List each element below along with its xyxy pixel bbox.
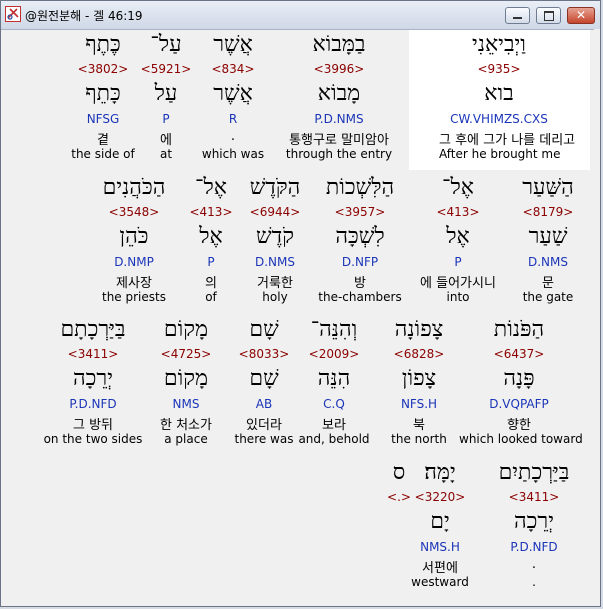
strong-number: <3411>: [67, 347, 119, 361]
korean-gloss: 제사장: [116, 276, 152, 291]
word-cell[interactable]: בַמָּבוֹא <3996> מָבוֹא P.D.NMS 통행구로 말미암아 thr…: [279, 30, 399, 165]
minimize-button[interactable]: [505, 7, 530, 24]
maximize-button[interactable]: [536, 7, 561, 24]
korean-gloss: 그 후에 그가 나를 데리고: [439, 133, 576, 148]
title-bar[interactable]: @원전분해 - 겔 46:19 ✕: [1, 1, 600, 30]
english-gloss: After he brought me: [439, 147, 561, 161]
word-cell[interactable]: וַיְבִיאֵנִי <935> בוא CW.VHIMZS.CXS 그 후에 그가…: [439, 30, 576, 165]
hebrew-word: הַכֹּהֲנִים: [102, 175, 166, 200]
morphology-code: D.NMP: [114, 255, 154, 269]
word-cell[interactable]: בַּיַּרְכָתָם <3411> יְרֵכָה P.D.NFD 그 방뒤 on …: [33, 315, 153, 450]
strong-number: <3802>: [77, 62, 129, 76]
hebrew-lemma: כָּתֵף: [85, 81, 121, 106]
word-cell[interactable]: הַכֹּהֲנִים <3548> כֹּהֵן D.NMP 제사장 the pries…: [74, 173, 194, 308]
hebrew-word: בַּיַּרְכָתָם: [60, 317, 126, 342]
word-cell[interactable]: כֶּתֶף <3802> כָּתֵף NFSG 곁 the side of: [43, 30, 163, 165]
korean-gloss: 그 방뒤: [72, 418, 113, 433]
hebrew-lemma: בוא: [484, 81, 514, 106]
korean-gloss: 곁: [97, 133, 109, 148]
strong-number: <3996>: [313, 62, 365, 76]
korean-gloss: 통행구로 말미암아: [289, 133, 389, 148]
english-gloss: on the two sides: [43, 432, 143, 446]
word-cell[interactable]: ס <.>: [339, 458, 459, 593]
strong-number: <.>: [387, 490, 411, 504]
window-edge: [594, 29, 600, 606]
app-window: @원전분해 - 겔 46:19 ✕ וַיְבִיאֵנִי <935> בוא CW…: [0, 0, 601, 607]
morphology-code: P.D.NMS: [314, 112, 364, 126]
english-gloss: through the entry: [285, 147, 393, 161]
window-title: @원전분해 - 겔 46:19: [25, 9, 143, 23]
app-icon: [5, 6, 21, 22]
minimize-icon: [513, 17, 522, 19]
morphology-code: NFSG: [86, 112, 120, 126]
verse-analysis-panel: וַיְבִיאֵנִי <935> בוא CW.VHIMZS.CXS 그 후에 그가…: [7, 30, 594, 602]
morphology-code: P.D.NFD: [69, 397, 117, 411]
close-button[interactable]: ✕: [567, 7, 595, 24]
hebrew-lemma: כֹּהֵן: [119, 224, 149, 249]
english-gloss: the side of: [71, 147, 135, 161]
english-gloss: the priests: [102, 290, 166, 304]
close-icon: ✕: [576, 8, 587, 22]
hebrew-lemma: יְרֵכָה: [73, 366, 113, 391]
hebrew-word: וַיְבִיאֵנִי: [472, 32, 526, 57]
hebrew-word: כֶּתֶף: [85, 32, 121, 57]
hebrew-lemma: מָבוֹא: [317, 81, 361, 106]
hebrew-word: ס: [392, 460, 406, 485]
strong-number: <935>: [477, 62, 521, 76]
hebrew-word: בַמָּבוֹא: [312, 32, 366, 57]
maximize-icon: [544, 11, 554, 21]
morphology-code: CW.VHIMZS.CXS: [450, 112, 548, 126]
strong-number: <3548>: [108, 205, 160, 219]
